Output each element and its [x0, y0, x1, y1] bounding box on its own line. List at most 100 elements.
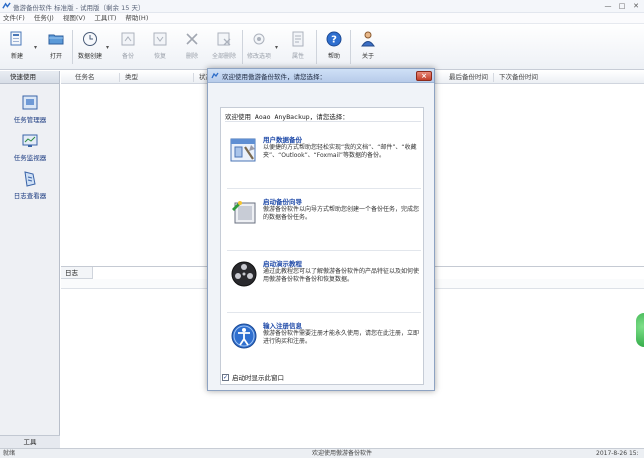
- delete-all-button[interactable]: 全部删除: [210, 30, 238, 66]
- option-description: 傲游备份软件以向导方式帮助您创建一个备份任务，完成您的数据备份任务。: [263, 206, 420, 221]
- show-on-startup-checkbox[interactable]: ✓: [222, 374, 229, 381]
- welcome-dialog: 欢迎使用傲游备份软件，请您选择： × 欢迎使用 Aoao AnyBackup，请…: [207, 68, 435, 391]
- option-title: 启动备份向导: [263, 198, 302, 206]
- create-data-label: 数据创建: [77, 53, 102, 60]
- create-data-button[interactable]: 数据创建: [76, 30, 104, 66]
- sidebar-item-log-viewer[interactable]: 日志查看器: [0, 170, 60, 200]
- menu-task[interactable]: 任务(J): [34, 13, 54, 23]
- option-description: 通过此教程您可以了解傲游备份软件的产品特征以及如何使用傲游备份软件备份和恢复数据…: [263, 268, 420, 283]
- status-datetime: 2017-8-26 15:: [596, 450, 639, 457]
- sidebar-item-task-manager[interactable]: 任务管理器: [0, 94, 60, 124]
- open-folder-icon: [48, 34, 64, 45]
- status-message: 欢迎使用傲游备份软件: [312, 450, 373, 457]
- app-logo-icon: [2, 2, 11, 9]
- floating-assistant-icon[interactable]: [636, 313, 644, 347]
- column-type[interactable]: 类型: [125, 71, 138, 84]
- column-separator: [119, 73, 120, 82]
- delete-button[interactable]: 删除: [178, 30, 206, 66]
- register-icon: [231, 323, 257, 349]
- column-last-backup[interactable]: 最后备份时间: [449, 71, 488, 84]
- delete-all-label: 全部删除: [211, 53, 236, 60]
- task-manager-icon: [22, 95, 38, 110]
- sidebar-header: 快速使用: [0, 71, 59, 84]
- toolbar-separator: [242, 30, 243, 64]
- dialog-divider: [225, 121, 421, 122]
- backup-button[interactable]: 备份: [114, 30, 142, 66]
- modify-options-button[interactable]: 修改选项: [245, 30, 273, 66]
- option-tutorial[interactable]: 启动演示教程 通过此教程您可以了解傲游备份软件的产品特征以及如何使用傲游备份软件…: [227, 256, 421, 310]
- column-separator: [193, 73, 194, 82]
- dialog-app-icon: [211, 72, 219, 79]
- restore-icon: [153, 32, 167, 46]
- svg-text:?: ?: [331, 35, 337, 46]
- status-bar: 就绪 欢迎使用傲游备份软件 2017-8-26 15:: [0, 448, 644, 458]
- log-viewer-icon: [24, 171, 36, 187]
- open-button[interactable]: 打开: [42, 30, 70, 66]
- user-data-backup-icon: [230, 138, 256, 162]
- dialog-close-button[interactable]: ×: [416, 71, 432, 81]
- minimize-button[interactable]: —: [602, 1, 614, 11]
- modify-options-label: 修改选项: [246, 53, 271, 60]
- help-icon: ?: [326, 31, 342, 47]
- status-ready: 就绪: [3, 450, 16, 457]
- new-task-button[interactable]: 新建: [3, 30, 31, 66]
- delete-label: 删除: [185, 53, 198, 60]
- option-backup-wizard[interactable]: 启动备份向导 傲游备份软件以向导方式帮助您创建一个备份任务，完成您的数据备份任务…: [227, 194, 421, 248]
- column-next-backup[interactable]: 下次备份时间: [499, 71, 538, 84]
- maximize-button[interactable]: □: [616, 1, 628, 11]
- help-label: 帮助: [327, 53, 340, 60]
- option-title: 输入注册信息: [263, 322, 302, 330]
- open-label: 打开: [49, 53, 62, 60]
- option-separator: [227, 250, 421, 251]
- task-monitor-icon: [22, 134, 38, 147]
- properties-button[interactable]: 属性: [284, 30, 312, 66]
- menu-view[interactable]: 视图(V): [63, 13, 86, 23]
- properties-icon: [292, 31, 304, 47]
- sidebar: 快速使用 任务管理器 任务监视器 日志查看器 工具: [0, 71, 60, 448]
- option-user-data-backup[interactable]: 用户数据备份 以便捷的方式帮助您轻松实现“我的文档”、“邮件”、“收藏夹”、“O…: [227, 132, 421, 186]
- menu-bar: 文件(F) 任务(J) 视图(V) 工具(T) 帮助(H): [0, 13, 644, 24]
- sidebar-item-label: 日志查看器: [13, 192, 47, 200]
- dialog-prompt: 欢迎使用 Aoao AnyBackup，请您选择：: [225, 113, 349, 121]
- help-button[interactable]: ? 帮助: [320, 30, 348, 66]
- menu-tools[interactable]: 工具(T): [94, 13, 116, 23]
- option-description: 以便捷的方式帮助您轻松实现“我的文档”、“邮件”、“收藏夹”、“Outlook”…: [263, 144, 417, 159]
- create-dropdown-arrow[interactable]: ▾: [106, 44, 109, 51]
- delete-icon: [186, 33, 198, 45]
- options-dropdown-arrow[interactable]: ▾: [275, 44, 278, 51]
- show-on-startup-label: 启动时显示此窗口: [232, 374, 284, 382]
- backup-icon: [121, 32, 135, 46]
- restore-button[interactable]: 恢复: [146, 30, 174, 66]
- tutorial-film-icon: [231, 261, 257, 287]
- clock-icon: [83, 32, 97, 46]
- sidebar-item-task-monitor[interactable]: 任务监视器: [0, 132, 60, 162]
- dialog-title-bar: 欢迎使用傲游备份软件，请您选择： ×: [208, 69, 434, 83]
- sidebar-item-label: 任务管理器: [13, 116, 47, 124]
- column-task-name[interactable]: 任务名: [75, 71, 95, 84]
- menu-file[interactable]: 文件(F): [3, 13, 25, 23]
- toolbar-separator: [316, 30, 317, 64]
- column-separator: [493, 73, 494, 82]
- window-title: 傲游备份软件 标准版 - 试用版（剩余 15 天）: [13, 4, 145, 12]
- log-tab[interactable]: 日志: [61, 267, 93, 279]
- new-task-label: 新建: [10, 53, 23, 60]
- sidebar-item-label: 任务监视器: [13, 154, 47, 162]
- dialog-options-panel: 欢迎使用 Aoao AnyBackup，请您选择： 用户数据备份 以便捷的方式帮…: [220, 107, 424, 385]
- about-button[interactable]: 关于: [354, 30, 382, 66]
- sidebar-tools-tab[interactable]: 工具: [0, 435, 60, 448]
- new-task-icon: [10, 31, 22, 46]
- close-window-button[interactable]: ✕: [630, 1, 642, 11]
- option-title: 启动演示教程: [263, 260, 302, 268]
- delete-all-icon: [217, 32, 231, 46]
- menu-help[interactable]: 帮助(H): [125, 13, 148, 23]
- backup-label: 备份: [121, 53, 134, 60]
- option-description: 傲游备份软件需要注册才能永久使用，请您在此注册，立即进行购买和注册。: [263, 330, 420, 345]
- option-register[interactable]: 输入注册信息 傲游备份软件需要注册才能永久使用，请您在此注册，立即进行购买和注册…: [227, 318, 421, 372]
- title-bar: 傲游备份软件 标准版 - 试用版（剩余 15 天） — □ ✕: [0, 0, 644, 13]
- settings-icon: [253, 33, 265, 45]
- new-dropdown-arrow[interactable]: ▾: [34, 44, 37, 51]
- about-label: 关于: [361, 53, 374, 60]
- option-separator: [227, 188, 421, 189]
- toolbar-separator: [350, 30, 351, 64]
- option-title: 用户数据备份: [263, 136, 302, 144]
